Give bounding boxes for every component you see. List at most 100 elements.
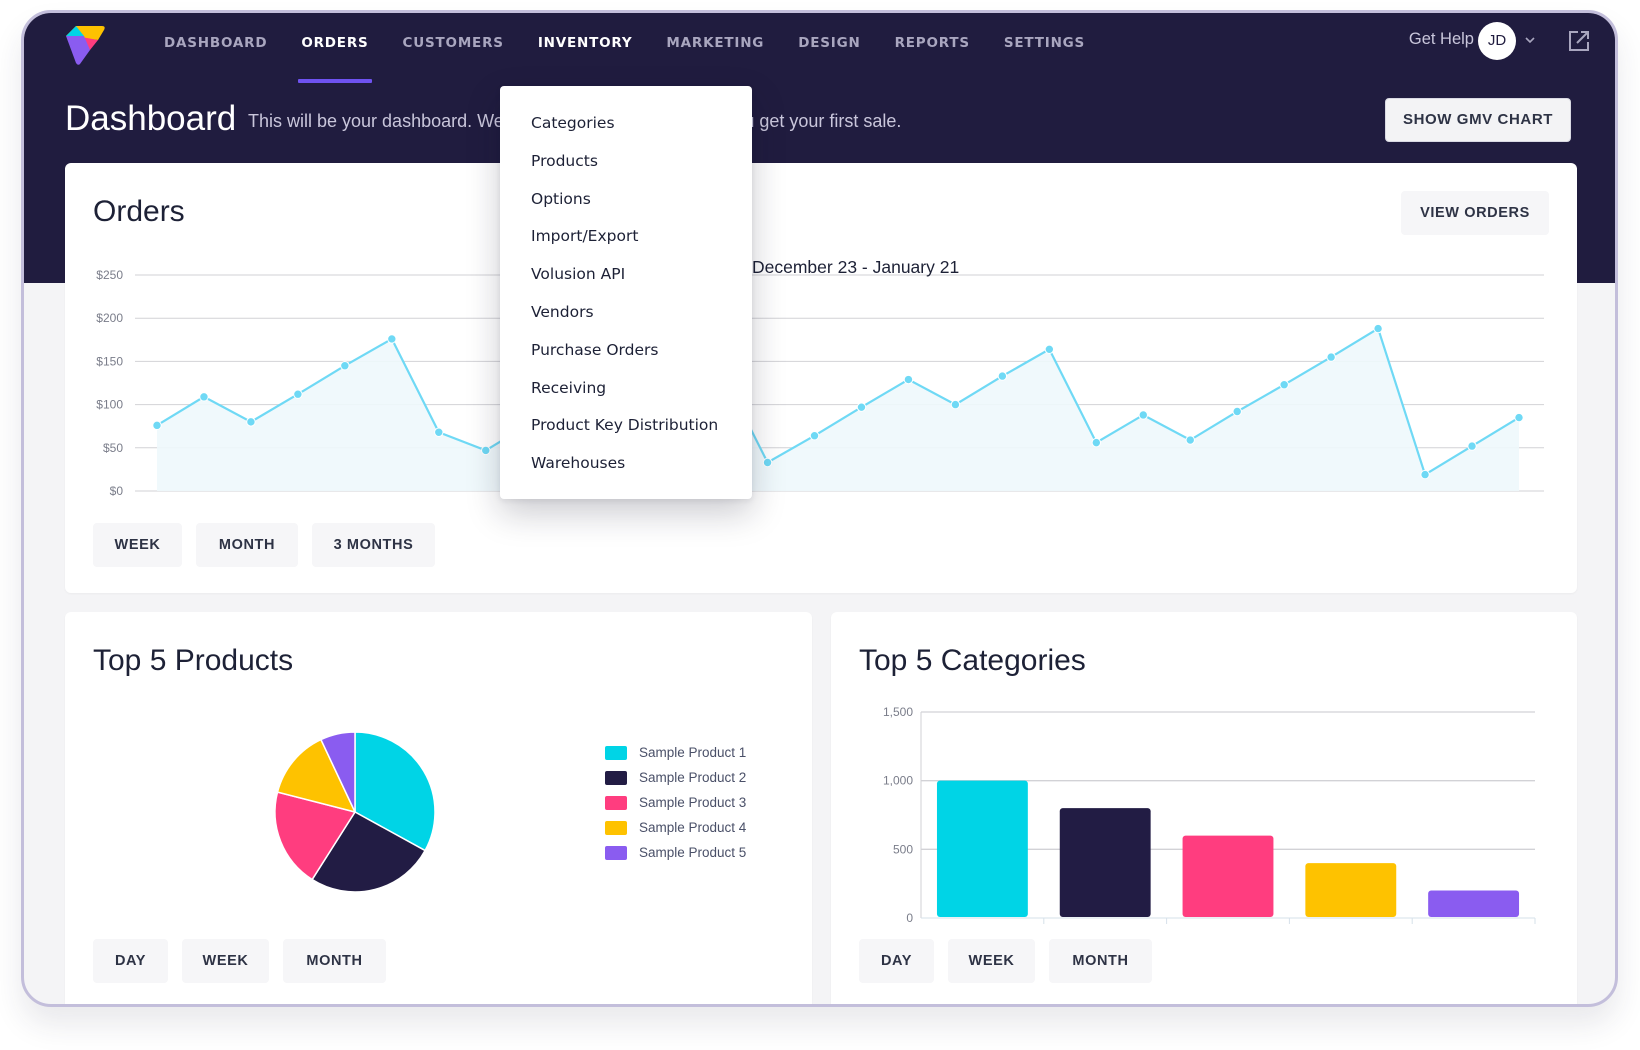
- data-point[interactable]: [1373, 323, 1383, 334]
- legend-swatch: [605, 770, 627, 785]
- inventory-menu-item[interactable]: Categories: [500, 108, 752, 146]
- bar[interactable]: [936, 780, 1028, 917]
- data-point[interactable]: [856, 402, 867, 412]
- pie-legend: Sample Product 1 Sample Product 2 Sample P…: [605, 740, 746, 865]
- data-point[interactable]: [762, 457, 773, 468]
- legend-item: Sample Product 2: [605, 765, 746, 790]
- categories-month-button[interactable]: MONTH: [1049, 939, 1152, 983]
- data-point[interactable]: [1514, 412, 1524, 423]
- data-point[interactable]: [950, 399, 961, 410]
- data-point[interactable]: [1044, 344, 1055, 355]
- legend-label: Sample Product 3: [639, 795, 747, 810]
- y-tick-label: $250: [96, 268, 123, 282]
- inventory-menu-item[interactable]: Product Key Distribution: [500, 410, 752, 448]
- orders-range-buttons: WEEK MONTH 3 MONTHS: [93, 523, 435, 567]
- bar[interactable]: [1428, 890, 1520, 917]
- inventory-menu-item[interactable]: Options: [500, 184, 752, 222]
- inventory-dropdown-menu: Categories Products Options Import/Export Vo…: [500, 86, 752, 499]
- y-tick-label: 500: [893, 842, 913, 856]
- y-tick-label: 1,000: [883, 774, 913, 788]
- legend-label: Sample Product 5: [639, 845, 747, 860]
- data-point[interactable]: [997, 371, 1008, 381]
- bar[interactable]: [1182, 835, 1274, 917]
- inventory-menu-item[interactable]: Import/Export: [500, 221, 752, 259]
- area-fill: [157, 328, 1519, 491]
- top-products-title: Top 5 Products: [93, 644, 294, 677]
- external-link-icon[interactable]: [1568, 30, 1590, 52]
- legend-item: Sample Product 1: [605, 740, 746, 765]
- legend-label: Sample Product 4: [639, 820, 747, 835]
- y-tick-label: 0: [906, 911, 913, 925]
- top-categories-card: Top 5 Categories 0 500 1,000 1,500 DAY WEEK…: [831, 612, 1577, 1004]
- nav-customers[interactable]: CUSTOMERS: [386, 31, 521, 71]
- inventory-menu-item[interactable]: Purchase Orders: [500, 335, 752, 373]
- data-point[interactable]: [246, 417, 256, 427]
- data-point[interactable]: [1326, 352, 1336, 362]
- nav-orders[interactable]: ORDERS: [284, 31, 385, 83]
- orders-week-button[interactable]: WEEK: [93, 523, 182, 567]
- nav-settings[interactable]: SETTINGS: [987, 31, 1102, 71]
- y-tick-label: $0: [110, 484, 124, 498]
- data-point[interactable]: [152, 420, 162, 431]
- page-title: Dashboard: [65, 99, 237, 138]
- inventory-menu-item[interactable]: Volusion API: [500, 259, 752, 297]
- legend-item: Sample Product 5: [605, 840, 746, 865]
- categories-week-button[interactable]: WEEK: [948, 939, 1035, 983]
- volusion-logo-icon[interactable]: [62, 24, 106, 66]
- get-help-link[interactable]: Get Help: [1409, 30, 1474, 49]
- y-tick-label: $100: [96, 398, 123, 412]
- data-point[interactable]: [293, 389, 303, 399]
- y-tick-label: $50: [103, 441, 123, 455]
- bar[interactable]: [1059, 808, 1151, 917]
- legend-swatch: [605, 745, 627, 760]
- data-point[interactable]: [1467, 441, 1477, 451]
- inventory-menu-item[interactable]: Receiving: [500, 373, 752, 411]
- categories-bar-chart: 0 500 1,000 1,500: [883, 705, 1536, 925]
- products-week-button[interactable]: WEEK: [182, 939, 269, 983]
- orders-3-months-button[interactable]: 3 MONTHS: [312, 523, 435, 567]
- inventory-menu-item[interactable]: Warehouses: [500, 448, 752, 486]
- data-point[interactable]: [1232, 406, 1242, 417]
- legend-swatch: [605, 795, 627, 810]
- data-point[interactable]: [1138, 410, 1148, 420]
- legend-item: Sample Product 4: [605, 815, 746, 840]
- top-categories-title: Top 5 Categories: [859, 644, 1086, 677]
- data-point[interactable]: [903, 374, 914, 385]
- data-point[interactable]: [481, 445, 491, 456]
- nav-inventory[interactable]: INVENTORY: [521, 31, 650, 71]
- inventory-menu-item[interactable]: Products: [500, 146, 752, 184]
- data-point[interactable]: [1185, 435, 1195, 445]
- data-point[interactable]: [1091, 437, 1102, 448]
- y-tick-label: 1,500: [883, 705, 913, 719]
- orders-card: Orders VIEW ORDERS $0 $50 $100 $150 $200 $250…: [65, 163, 1577, 593]
- data-point[interactable]: [434, 427, 444, 437]
- nav-reports[interactable]: REPORTS: [878, 31, 987, 71]
- view-orders-button[interactable]: VIEW ORDERS: [1401, 191, 1549, 235]
- inventory-menu-item[interactable]: Vendors: [500, 297, 752, 335]
- data-point[interactable]: [1420, 469, 1430, 480]
- data-point[interactable]: [1279, 380, 1289, 390]
- products-range-buttons: DAY WEEK MONTH: [93, 939, 386, 983]
- products-day-button[interactable]: DAY: [93, 939, 168, 983]
- products-month-button[interactable]: MONTH: [283, 939, 386, 983]
- categories-day-button[interactable]: DAY: [859, 939, 934, 983]
- show-gmv-chart-button[interactable]: SHOW GMV CHART: [1385, 98, 1571, 142]
- data-point[interactable]: [340, 361, 350, 371]
- legend-swatch: [605, 820, 627, 835]
- chevron-down-icon[interactable]: [1525, 35, 1535, 45]
- user-avatar[interactable]: JD: [1478, 22, 1516, 60]
- bar[interactable]: [1305, 863, 1397, 917]
- nav-marketing[interactable]: MARKETING: [649, 31, 781, 71]
- products-pie-chart: [274, 731, 436, 893]
- data-point[interactable]: [199, 392, 209, 402]
- legend-label: Sample Product 2: [639, 770, 747, 785]
- legend-label: Sample Product 1: [639, 745, 747, 760]
- orders-month-button[interactable]: MONTH: [196, 523, 298, 567]
- legend-swatch: [605, 845, 627, 860]
- data-point[interactable]: [387, 334, 397, 344]
- y-tick-label: $200: [96, 311, 123, 325]
- data-point[interactable]: [809, 431, 820, 441]
- categories-range-buttons: DAY WEEK MONTH: [859, 939, 1152, 983]
- nav-dashboard[interactable]: DASHBOARD: [147, 31, 284, 71]
- nav-design[interactable]: DESIGN: [781, 31, 877, 71]
